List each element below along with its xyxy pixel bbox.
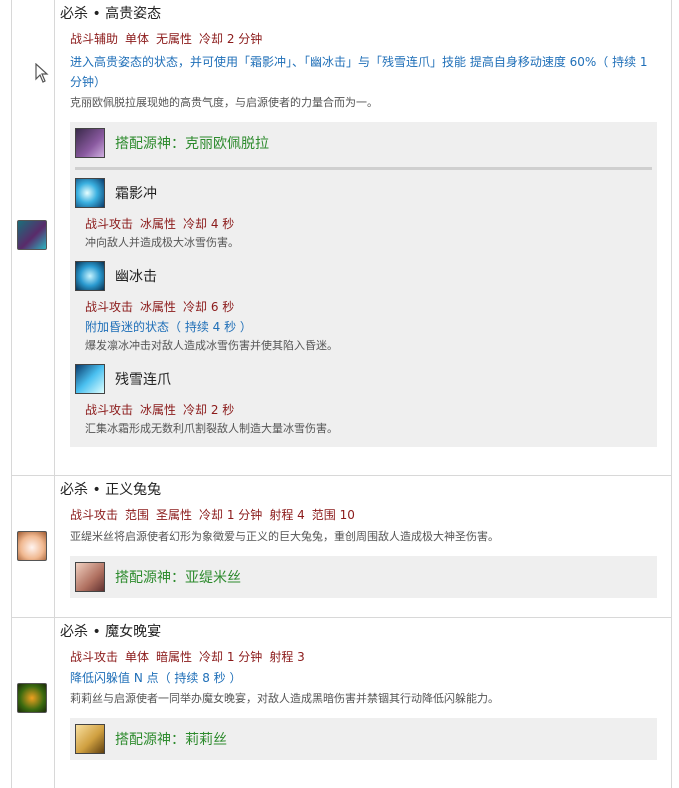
- tag-area: 范围 10: [311, 508, 355, 522]
- skill-description: 亚缇米丝将启源使者幻形为象徵爱与正义的巨大兔兔，重创周围敌人造成极大神圣伤害。: [70, 530, 499, 543]
- sub-skill-description: 汇集冰霜形成无数利爪割裂敌人制造大量冰雪伤害。: [85, 422, 338, 435]
- sub-skill: 幽冰击 战斗攻击 冰属性 冷却 6 秒 附加昏迷的状态（ 持续 4 秒 ） 爆发凛冰…: [75, 260, 652, 355]
- skill-row: 必杀 • 正义兔兔 战斗攻击 范围 圣属性 冷却 1 分钟 射程 4 范围 10 亚缇米丝…: [12, 476, 671, 618]
- skill-icon-cell: [12, 476, 55, 617]
- tag-target: 单体: [125, 32, 150, 46]
- partner-box: 搭配源神：亚缇米丝: [70, 556, 657, 598]
- noble-stance-icon: [17, 220, 47, 250]
- partner-entry: 搭配源神：亚缇米丝: [75, 561, 652, 593]
- tag-element: 冰属性: [140, 217, 177, 231]
- skill-icon-cell: [12, 618, 55, 788]
- witch-feast-icon: [17, 683, 47, 713]
- tag-cooldown: 冷却 1 分钟: [199, 508, 263, 522]
- cleopatra-portrait-icon: [75, 128, 105, 158]
- skill-table: 必杀 • 高贵姿态 战斗辅助 单体 无属性 冷却 2 分钟 进入高贵姿态的状态，并可使…: [11, 0, 672, 788]
- sub-skill-effect: 附加昏迷的状态（ 持续 4 秒 ）: [85, 320, 252, 334]
- partner-box: 搭配源神：克丽欧佩脱拉 霜影冲 战斗攻击 冰属性 冷却 4 秒 冲向敌人并造成极大冰…: [70, 122, 657, 447]
- sub-skill-name: 霜影冲: [115, 186, 157, 202]
- skill-table-page: 必杀 • 高贵姿态 战斗辅助 单体 无属性 冷却 2 分钟 进入高贵姿态的状态，并可使…: [0, 0, 679, 788]
- skill-effect: 进入高贵姿态的状态，并可使用「霜影冲」、「幽冰击」与「残雪连爪」技能 提高自身移…: [70, 55, 648, 89]
- skill-content: 必杀 • 高贵姿态 战斗辅助 单体 无属性 冷却 2 分钟 进入高贵姿态的状态，并可使…: [55, 0, 671, 475]
- partner-label: 搭配源神：克丽欧佩脱拉: [115, 136, 269, 152]
- tag-element: 无属性: [156, 32, 193, 46]
- tag-cooldown: 冷却 2 秒: [183, 403, 235, 417]
- tag-type: 战斗攻击: [70, 508, 119, 522]
- skill-title: 必杀 • 魔女晚宴: [60, 624, 162, 640]
- tag-cooldown: 冷却 2 分钟: [199, 32, 263, 46]
- tag-type: 战斗辅助: [70, 32, 119, 46]
- skill-tags: 战斗攻击 范围 圣属性 冷却 1 分钟 射程 4 范围 10: [60, 506, 657, 524]
- lilith-portrait-icon: [75, 724, 105, 754]
- divider: [75, 167, 652, 170]
- tag-element: 冰属性: [140, 300, 177, 314]
- tag-cooldown: 冷却 1 分钟: [199, 650, 263, 664]
- skill-title: 必杀 • 高贵姿态: [60, 6, 162, 22]
- snow-claw-icon: [75, 364, 105, 394]
- sub-skill-tags: 战斗攻击 冰属性 冷却 6 秒: [75, 297, 652, 317]
- justice-bunny-icon: [17, 531, 47, 561]
- skill-content: 必杀 • 正义兔兔 战斗攻击 范围 圣属性 冷却 1 分钟 射程 4 范围 10 亚缇米丝…: [55, 476, 671, 617]
- sub-skill-description: 爆发凛冰冲击对敌人造成冰雪伤害并使其陷入昏迷。: [85, 339, 338, 352]
- skill-description: 克丽欧佩脱拉展现她的高贵气度，与启源使者的力量合而为一。: [70, 96, 378, 109]
- sub-skill-name: 残雪连爪: [115, 372, 171, 388]
- skill-effect: 降低闪躲值 N 点（ 持续 8 秒 ）: [70, 671, 242, 685]
- skill-content: 必杀 • 魔女晚宴 战斗攻击 单体 暗属性 冷却 1 分钟 射程 3 降低闪躲值 N 点…: [55, 618, 671, 788]
- sub-skill: 霜影冲 战斗攻击 冰属性 冷却 4 秒 冲向敌人并造成极大冰雪伤害。: [75, 177, 652, 252]
- tag-element: 冰属性: [140, 403, 177, 417]
- skill-row: 必杀 • 高贵姿态 战斗辅助 单体 无属性 冷却 2 分钟 进入高贵姿态的状态，并可使…: [12, 0, 671, 476]
- sub-skill-header: 残雪连爪: [75, 363, 652, 395]
- skill-row: 必杀 • 魔女晚宴 战斗攻击 单体 暗属性 冷却 1 分钟 射程 3 降低闪躲值 N 点…: [12, 618, 671, 788]
- artemis-portrait-icon: [75, 562, 105, 592]
- tag-type: 战斗攻击: [85, 300, 134, 314]
- partner-box: 搭配源神：莉莉丝: [70, 718, 657, 760]
- tag-target: 单体: [125, 650, 150, 664]
- ghost-ice-strike-icon: [75, 261, 105, 291]
- sub-skill-header: 霜影冲: [75, 177, 652, 209]
- skill-title: 必杀 • 正义兔兔: [60, 482, 162, 498]
- sub-skill-header: 幽冰击: [75, 260, 652, 292]
- tag-cooldown: 冷却 4 秒: [183, 217, 235, 231]
- sub-skill: 残雪连爪 战斗攻击 冰属性 冷却 2 秒 汇集冰霜形成无数利爪割裂敌人制造大量冰雪伤…: [75, 363, 652, 438]
- partner-label: 搭配源神：亚缇米丝: [115, 570, 241, 586]
- tag-type: 战斗攻击: [85, 403, 134, 417]
- partner-entry: 搭配源神：莉莉丝: [75, 723, 652, 755]
- partner-label: 搭配源神：莉莉丝: [115, 732, 227, 748]
- skill-tags: 战斗辅助 单体 无属性 冷却 2 分钟: [60, 30, 657, 48]
- tag-element: 圣属性: [156, 508, 193, 522]
- skill-tags: 战斗攻击 单体 暗属性 冷却 1 分钟 射程 3: [60, 648, 657, 666]
- tag-range: 射程 3: [269, 650, 305, 664]
- tag-cooldown: 冷却 6 秒: [183, 300, 235, 314]
- tag-type: 战斗攻击: [85, 217, 134, 231]
- skill-icon-cell: [12, 0, 55, 475]
- tag-target: 范围: [125, 508, 150, 522]
- frost-dash-icon: [75, 178, 105, 208]
- sub-skill-tags: 战斗攻击 冰属性 冷却 2 秒: [75, 400, 652, 420]
- tag-element: 暗属性: [156, 650, 193, 664]
- partner-entry: 搭配源神：克丽欧佩脱拉: [75, 127, 652, 159]
- skill-description: 莉莉丝与启源使者一同举办魔女晚宴，对敌人造成黑暗伤害并禁锢其行动降低闪躲能力。: [70, 692, 499, 705]
- sub-skill-name: 幽冰击: [115, 269, 157, 285]
- tag-range: 射程 4: [269, 508, 305, 522]
- sub-skill-description: 冲向敌人并造成极大冰雪伤害。: [85, 236, 239, 249]
- sub-skill-tags: 战斗攻击 冰属性 冷却 4 秒: [75, 214, 652, 234]
- tag-type: 战斗攻击: [70, 650, 119, 664]
